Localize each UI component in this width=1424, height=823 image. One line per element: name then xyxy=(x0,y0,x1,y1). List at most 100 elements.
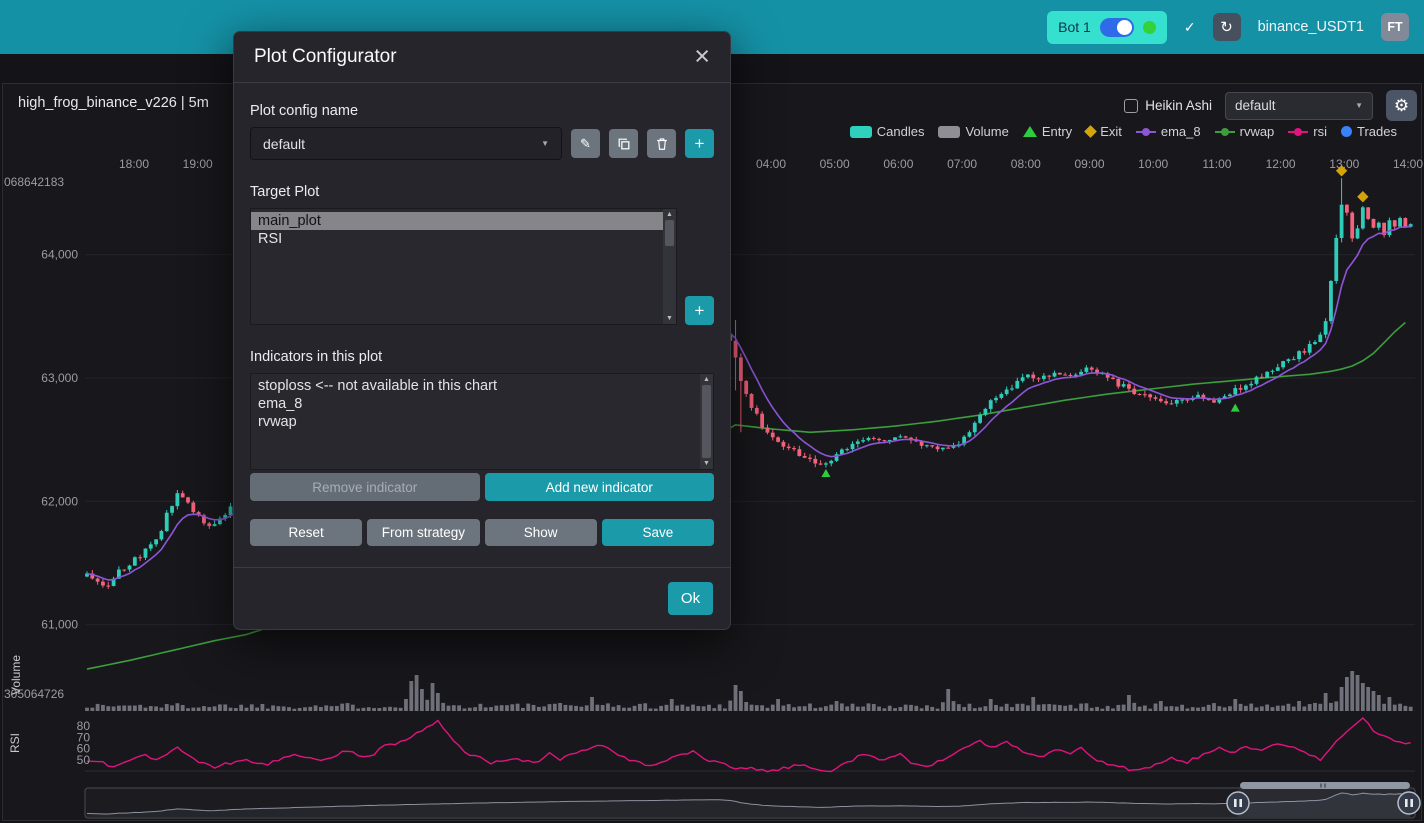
candles-legend-icon xyxy=(850,126,872,138)
plus-icon: + xyxy=(695,134,705,154)
reset-button[interactable]: Reset xyxy=(250,519,362,546)
rename-config-button[interactable]: ✎ xyxy=(571,129,600,158)
svg-text:06:00: 06:00 xyxy=(883,157,913,171)
target-plot-option[interactable]: RSI xyxy=(251,230,663,248)
legend-label: Entry xyxy=(1042,124,1072,139)
svg-text:18:00: 18:00 xyxy=(119,157,149,171)
svg-text:05:00: 05:00 xyxy=(820,157,850,171)
remove-indicator-button[interactable]: Remove indicator xyxy=(250,473,480,501)
chevron-down-icon: ▼ xyxy=(541,139,549,148)
navigator-handle[interactable] xyxy=(1227,792,1249,814)
legend-item-rvwap[interactable]: rvwap xyxy=(1215,124,1275,139)
navigator-handle[interactable] xyxy=(1398,792,1420,814)
modal-footer: Ok xyxy=(234,567,730,629)
legend-item-Entry[interactable]: Entry xyxy=(1023,124,1072,139)
rsi-line-icon xyxy=(1288,131,1308,133)
entry-marker xyxy=(1231,404,1240,412)
svg-text:19:00: 19:00 xyxy=(183,157,213,171)
indicators-label: Indicators in this plot xyxy=(250,349,714,365)
user-avatar[interactable]: FT xyxy=(1381,13,1409,41)
add-config-button[interactable]: + xyxy=(685,129,714,158)
ok-button[interactable]: Ok xyxy=(668,582,713,615)
save-button[interactable]: Save xyxy=(602,519,714,546)
legend-label: rsi xyxy=(1313,124,1327,139)
rsi-pane-label: RSI xyxy=(8,713,22,773)
legend-label: Trades xyxy=(1357,124,1397,139)
legend-label: Volume xyxy=(965,124,1008,139)
svg-text:62,000: 62,000 xyxy=(41,494,78,508)
svg-text:63,000: 63,000 xyxy=(41,371,78,385)
gear-icon: ⚙ xyxy=(1394,97,1409,114)
legend-item-ema_8[interactable]: ema_8 xyxy=(1136,124,1201,139)
scroll-up-icon[interactable]: ▲ xyxy=(666,211,673,218)
legend-label: rvwap xyxy=(1240,124,1275,139)
scroll-down-icon[interactable]: ▼ xyxy=(703,460,710,467)
heikin-ashi-checkbox[interactable] xyxy=(1124,99,1138,113)
legend-item-Candles[interactable]: Candles xyxy=(850,124,925,139)
bot-selector[interactable]: Bot 1 xyxy=(1047,11,1167,44)
indicators-listbox[interactable]: stoploss <-- not available in this chart… xyxy=(250,373,714,470)
svg-text:07:00: 07:00 xyxy=(947,157,977,171)
target-plot-listbox[interactable]: main_plotRSI ▲ ▼ xyxy=(250,208,677,325)
legend-label: Candles xyxy=(877,124,925,139)
chart-title: high_frog_binance_v226 | 5m xyxy=(18,95,209,111)
rvwap-line-icon xyxy=(1215,131,1235,133)
scroll-down-icon[interactable]: ▼ xyxy=(666,315,673,322)
copy-icon xyxy=(617,137,631,151)
plus-icon: + xyxy=(695,301,705,321)
config-name-select[interactable]: default ▼ xyxy=(250,127,562,160)
svg-text:14:00: 14:00 xyxy=(1393,157,1423,171)
modal-header: Plot Configurator × xyxy=(234,32,730,83)
trash-icon xyxy=(655,137,669,151)
add-plot-button[interactable]: + xyxy=(685,296,714,325)
target-plot-option[interactable]: main_plot xyxy=(251,212,663,230)
duplicate-config-button[interactable] xyxy=(609,129,638,158)
entry-triangle-icon xyxy=(1023,126,1037,137)
svg-text:61,000: 61,000 xyxy=(41,618,78,632)
legend-label: ema_8 xyxy=(1161,124,1201,139)
plot-configurator-modal: Plot Configurator × Plot config name def… xyxy=(233,31,731,630)
bot-toggle[interactable] xyxy=(1100,18,1134,37)
chart-legend: Candles Volume Entry Exit ema_8 rvwap rsi Trade… xyxy=(850,124,1397,139)
modal-title: Plot Configurator xyxy=(254,46,397,68)
scrollbar[interactable]: ▲ ▼ xyxy=(700,374,713,469)
indicator-option[interactable]: stoploss <-- not available in this chart xyxy=(251,377,700,395)
svg-text:64,000: 64,000 xyxy=(41,248,78,262)
heikin-ashi-control[interactable]: Heikin Ashi xyxy=(1124,98,1212,113)
refresh-icon: ↻ xyxy=(1220,18,1233,36)
scroll-thumb[interactable] xyxy=(702,385,711,458)
modal-body: Plot config name default ▼ ✎ + Target Pl… xyxy=(234,83,730,567)
add-new-indicator-button[interactable]: Add new indicator xyxy=(485,473,715,501)
toggle-knob xyxy=(1117,20,1132,35)
trades-dot-icon xyxy=(1341,126,1352,137)
scroll-up-icon[interactable]: ▲ xyxy=(703,376,710,383)
svg-text:09:00: 09:00 xyxy=(1074,157,1104,171)
scrollbar[interactable]: ▲ ▼ xyxy=(663,209,676,324)
close-button[interactable]: × xyxy=(694,46,710,68)
svg-text:08:00: 08:00 xyxy=(1011,157,1041,171)
legend-item-Exit[interactable]: Exit xyxy=(1086,124,1122,139)
ema8-line-icon xyxy=(1136,131,1156,133)
close-icon: × xyxy=(694,41,710,71)
svg-text:12:00: 12:00 xyxy=(1266,157,1296,171)
navigator[interactable] xyxy=(85,782,1420,818)
exit-diamond-icon xyxy=(1084,125,1097,138)
plot-configurator-button[interactable]: ⚙ xyxy=(1386,90,1417,121)
refresh-button[interactable]: ↻ xyxy=(1213,13,1241,41)
legend-item-Volume[interactable]: Volume xyxy=(938,124,1008,139)
indicator-option[interactable]: rvwap xyxy=(251,413,700,431)
from-strategy-button[interactable]: From strategy xyxy=(367,519,479,546)
volume-series xyxy=(85,671,1412,711)
legend-item-rsi[interactable]: rsi xyxy=(1288,124,1327,139)
heikin-ashi-label: Heikin Ashi xyxy=(1145,98,1212,113)
scroll-thumb[interactable] xyxy=(665,220,674,246)
show-button[interactable]: Show xyxy=(485,519,597,546)
indicator-option[interactable]: ema_8 xyxy=(251,395,700,413)
check-icon: ✓ xyxy=(1184,19,1196,36)
bot-status-dot xyxy=(1143,21,1156,34)
svg-text:50: 50 xyxy=(77,753,91,767)
delete-config-button[interactable] xyxy=(647,129,676,158)
volume-pane-label: Volume xyxy=(9,645,23,705)
plot-config-select[interactable]: default ▼ xyxy=(1225,92,1373,120)
legend-item-Trades[interactable]: Trades xyxy=(1341,124,1397,139)
